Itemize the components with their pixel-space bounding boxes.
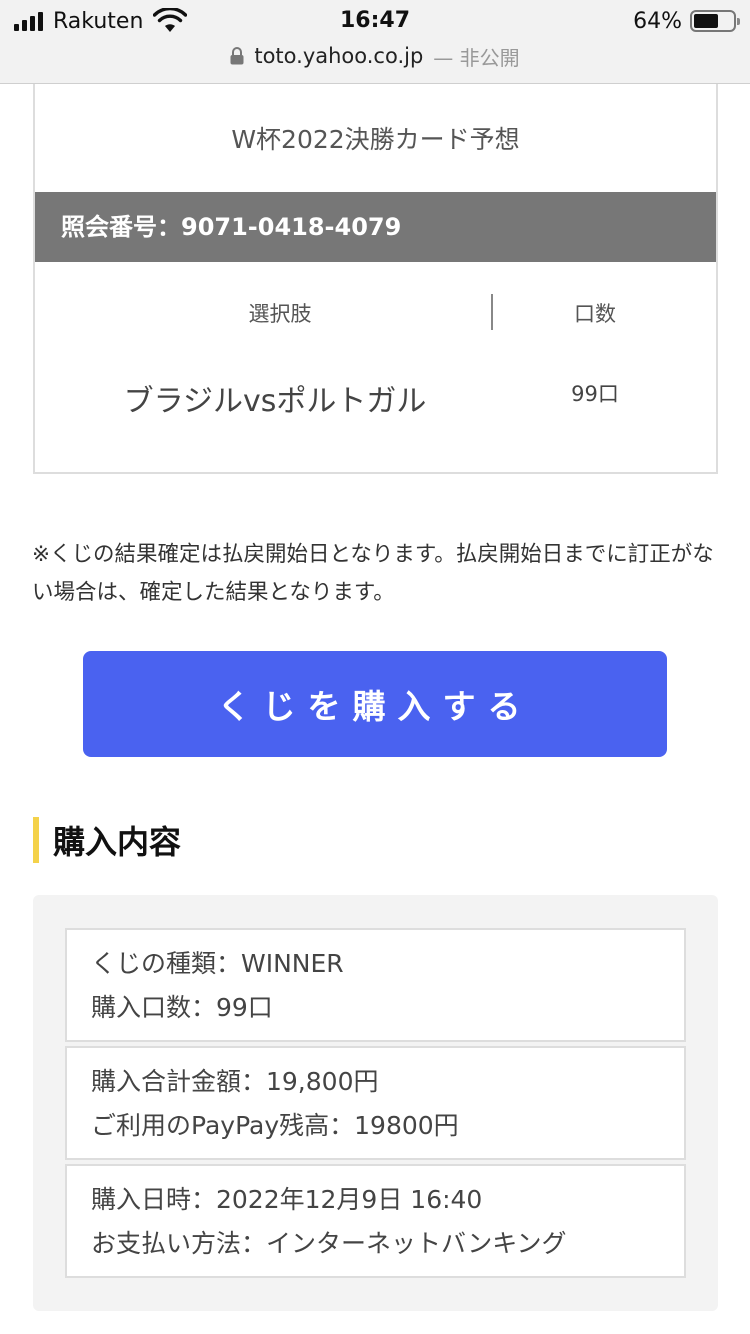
lock-icon — [230, 47, 244, 65]
card-title: W杯2022決勝カード予想 — [231, 125, 520, 154]
battery-icon — [690, 10, 740, 32]
detail-box: 購入日時：2022年12月9日 16:40 お支払い方法：インターネットバンキン… — [65, 1164, 686, 1278]
reference-number: 照会番号：9071-0418-4079 — [61, 213, 402, 241]
lottery-type: くじの種類：WINNER — [91, 949, 344, 978]
buy-lottery-button[interactable]: くじを購入する — [83, 651, 667, 757]
purchase-section-heading: 購入内容 — [33, 816, 181, 864]
detail-box: 購入合計金額：19,800円 ご利用のPayPay残高：19800円 — [65, 1046, 686, 1160]
purchase-units: 購入口数：99口 — [91, 993, 273, 1022]
reference-bar: 照会番号：9071-0418-4079 — [35, 192, 716, 262]
section-title: 購入内容 — [53, 823, 182, 861]
url-privacy-note: — 非公開 — [433, 45, 520, 70]
payment-method: お支払い方法：インターネットバンキング — [91, 1229, 567, 1258]
detail-box: くじの種類：WINNER 購入口数：99口 — [65, 928, 686, 1042]
result-note: ※くじの結果確定は払戻開始日となります。払戻開始日までに訂正がない場合は、確定し… — [32, 542, 714, 605]
units-value: 99口 — [571, 382, 619, 406]
url-text: toto.yahoo.co.jp — [254, 44, 424, 68]
purchase-total: 購入合計金額：19,800円 — [91, 1067, 379, 1096]
purchase-datetime: 購入日時：2022年12月9日 16:40 — [91, 1185, 483, 1214]
paypay-balance: ご利用のPayPay残高：19800円 — [91, 1111, 459, 1140]
column-divider — [491, 294, 493, 330]
status-bar: Rakuten 16:47 64% toto.yahoo.co.jp — 非公開 — [0, 0, 750, 84]
battery-fill — [694, 14, 719, 28]
battery-percent: 64% — [633, 8, 682, 34]
buy-button-label: くじを購入する — [217, 688, 533, 725]
status-right: 64% — [633, 6, 740, 36]
purchase-details: くじの種類：WINNER 購入口数：99口 購入合計金額：19,800円 ご利用… — [33, 895, 718, 1311]
address-bar[interactable]: toto.yahoo.co.jp — 非公開 — [0, 40, 750, 72]
match-card: W杯2022決勝カード予想 照会番号：9071-0418-4079 選択肢 口数… — [33, 84, 718, 474]
choice-value: ブラジルvsポルトガル — [123, 384, 427, 419]
column-header-units: 口数 — [574, 302, 616, 326]
section-accent-bar — [33, 817, 39, 863]
column-header-choice: 選択肢 — [248, 302, 312, 326]
